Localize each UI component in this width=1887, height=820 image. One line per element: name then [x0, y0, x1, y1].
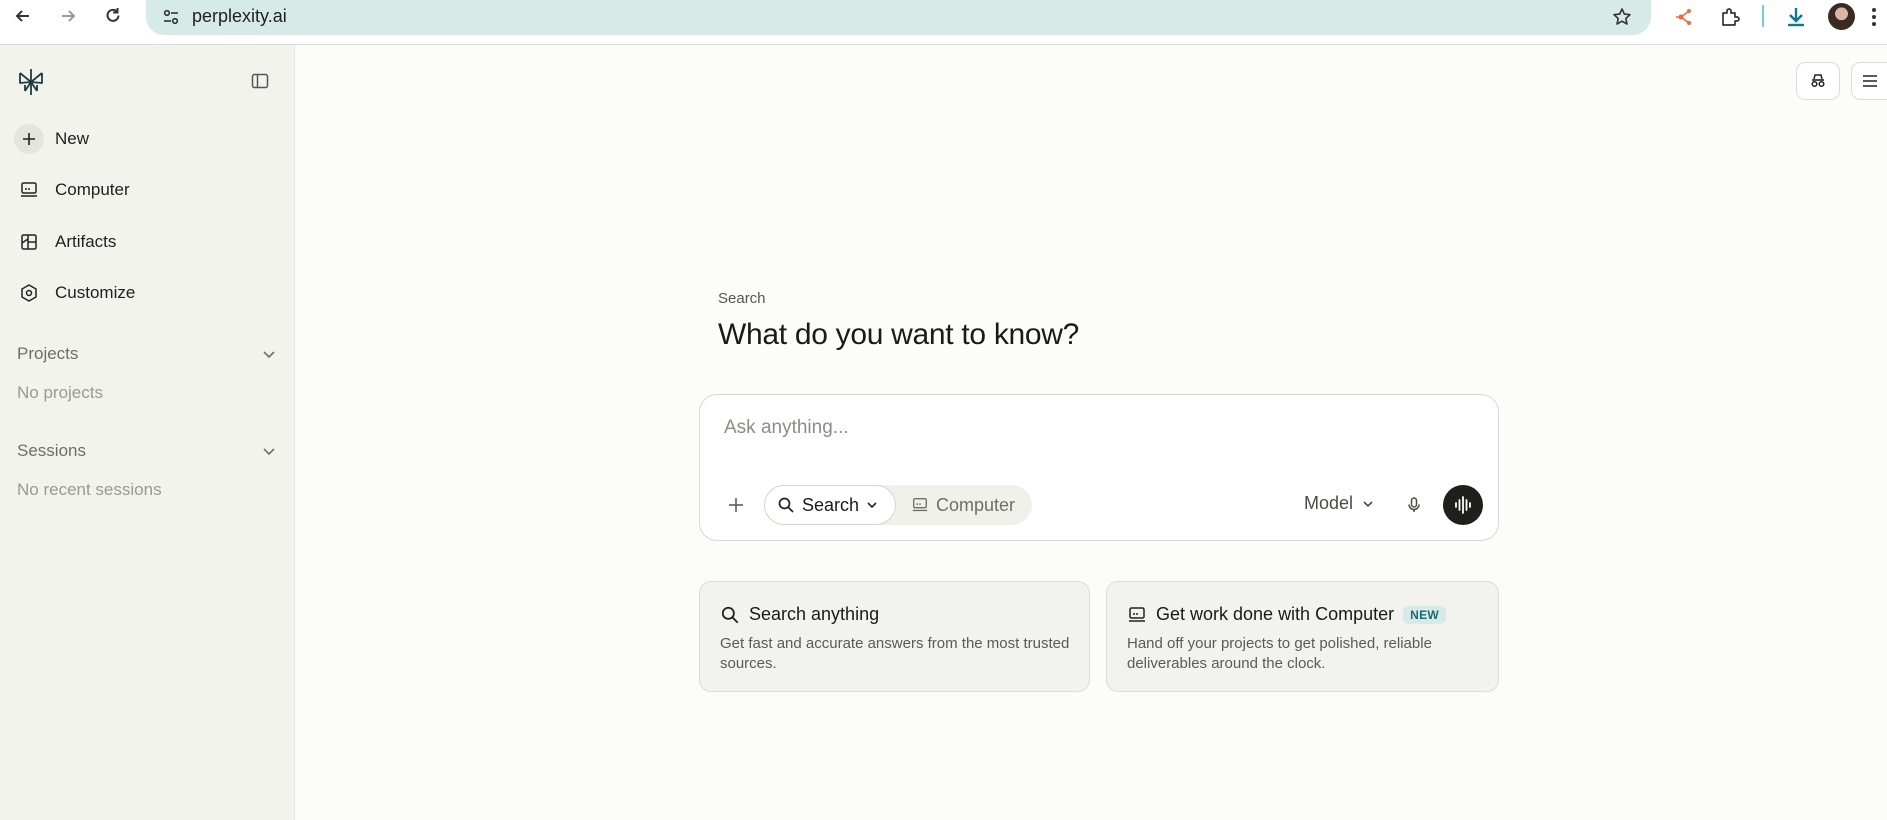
sidebar-item-label: Customize	[55, 283, 136, 302]
forward-arrow-icon[interactable]	[56, 4, 80, 28]
sidebar-item-customize[interactable]: Customize	[14, 276, 135, 310]
mode-computer-label: Computer	[936, 494, 1016, 515]
url-text[interactable]: perplexity.ai	[192, 6, 287, 27]
card-title: Search anything	[749, 604, 880, 624]
projects-title: Projects	[17, 344, 79, 363]
extension-share-icon[interactable]	[1670, 3, 1698, 31]
perplexity-logo-icon[interactable]	[16, 67, 46, 97]
sessions-title: Sessions	[17, 441, 86, 460]
mode-computer-button[interactable]: Computer	[911, 485, 1015, 525]
mode-toggle: Search Computer	[764, 485, 1032, 525]
model-selector[interactable]: Model	[1304, 493, 1375, 514]
sidebar-item-label: Computer	[55, 180, 130, 199]
search-icon	[721, 606, 739, 623]
sidebar-item-new[interactable]: New	[14, 122, 89, 156]
sessions-section-header[interactable]: Sessions	[17, 441, 277, 461]
page-title: What do you want to know?	[718, 318, 1080, 351]
voice-mode-button[interactable]	[1443, 485, 1483, 525]
chevron-down-icon	[1363, 500, 1373, 507]
card-computer[interactable]: Get work done with Computer NEW Hand off…	[1106, 581, 1499, 692]
bookmark-star-icon[interactable]	[1609, 4, 1635, 30]
sidebar-item-label: New	[55, 129, 90, 148]
plus-icon	[729, 498, 743, 512]
card-title-row: Search anything	[720, 604, 879, 625]
sidebar: New Computer Artifacts Customize Project…	[0, 45, 295, 820]
reload-icon[interactable]	[101, 4, 125, 28]
computer-icon	[14, 175, 44, 205]
artifacts-icon	[14, 227, 44, 257]
microphone-button[interactable]	[1401, 492, 1427, 518]
menu-button[interactable]	[1851, 62, 1887, 100]
more-vertical-icon[interactable]	[1866, 3, 1882, 31]
projects-section-header[interactable]: Projects	[17, 344, 277, 364]
sessions-empty-text: No recent sessions	[17, 480, 162, 499]
sidebar-item-computer[interactable]: Computer	[14, 173, 130, 207]
mode-search-button[interactable]: Search	[764, 485, 896, 525]
plus-icon	[14, 124, 44, 154]
chevron-down-icon	[867, 502, 877, 509]
computer-icon	[1129, 606, 1145, 622]
microphone-icon	[1408, 497, 1420, 512]
computer-icon	[912, 498, 928, 512]
sidebar-item-label: Artifacts	[55, 232, 117, 251]
toolbar-divider	[1762, 5, 1764, 27]
search-icon	[778, 497, 794, 513]
waveform-icon	[1455, 496, 1471, 514]
attach-button[interactable]	[722, 491, 750, 519]
sidebar-toggle-icon[interactable]	[248, 69, 272, 93]
card-description: Hand off your projects to get polished, …	[1127, 635, 1432, 672]
menu-icon	[1862, 75, 1877, 87]
site-settings-icon[interactable]	[158, 4, 184, 30]
card-title-row: Get work done with Computer NEW	[1127, 604, 1447, 625]
card-description: Get fast and accurate answers from the m…	[720, 635, 1070, 672]
card-title: Get work done with Computer	[1156, 604, 1395, 624]
projects-empty-text: No projects	[17, 383, 103, 402]
browser-toolbar: perplexity.ai	[0, 0, 1887, 45]
sidebar-item-artifacts[interactable]: Artifacts	[14, 225, 116, 259]
extensions-puzzle-icon[interactable]	[1716, 3, 1744, 31]
back-arrow-icon[interactable]	[11, 4, 35, 28]
new-badge: NEW	[1403, 605, 1447, 624]
ask-input[interactable]	[724, 417, 1424, 439]
chevron-down-icon	[263, 448, 275, 456]
composer: Search Computer Model	[699, 394, 1499, 541]
download-icon[interactable]	[1782, 3, 1810, 31]
address-bar[interactable]: perplexity.ai	[146, 0, 1651, 35]
profile-avatar[interactable]	[1828, 3, 1855, 30]
mode-eyebrow: Search	[718, 290, 766, 307]
card-search-anything[interactable]: Search anything Get fast and accurate an…	[699, 581, 1090, 692]
model-label: Model	[1304, 493, 1354, 513]
incognito-button[interactable]	[1796, 62, 1840, 100]
incognito-icon	[1811, 74, 1825, 88]
customize-icon	[14, 278, 44, 308]
chevron-down-icon	[263, 351, 275, 359]
mode-search-label: Search	[802, 494, 860, 515]
